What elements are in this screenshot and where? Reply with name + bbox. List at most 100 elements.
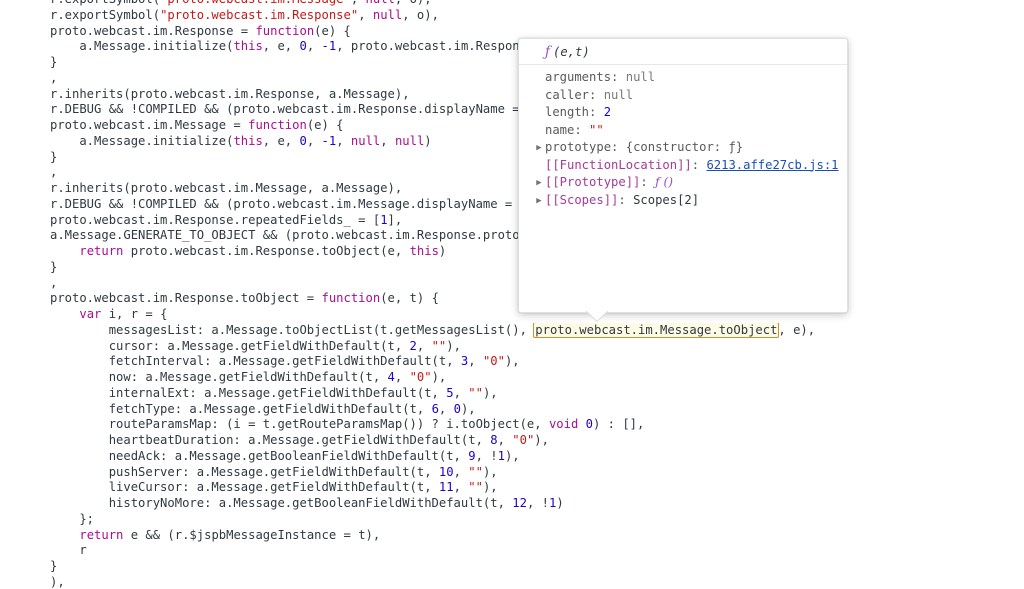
- property-separator: :: [611, 70, 626, 84]
- code-line: internalExt: a.Message.getFieldWithDefau…: [0, 386, 1024, 402]
- code-token: , o),: [402, 7, 439, 22]
- code-line: a.Message.GENERATE_TO_OBJECT && (proto.w…: [0, 228, 1024, 244]
- code-token: ),: [534, 433, 549, 447]
- code-line: r.DEBUG && !COMPILED && (proto.webcast.i…: [0, 197, 1024, 213]
- code-token: ,: [394, 370, 410, 384]
- code-token: ,: [453, 480, 469, 495]
- code-line: fetchInterval: a.Message.getFieldWithDef…: [0, 354, 1024, 370]
- code-token: null: [366, 0, 395, 6]
- property-name: name: [545, 122, 575, 137]
- property-value: null: [603, 87, 634, 102]
- property-separator: :: [589, 87, 604, 102]
- code-line: }: [0, 260, 1024, 276]
- code-token: "proto.webcast.im.Message": [160, 0, 351, 6]
- property-separator: :: [589, 105, 604, 119]
- code-token: "": [468, 480, 483, 495]
- code-line: }: [0, 55, 1024, 71]
- property-value: null: [625, 70, 656, 84]
- code-token: ): [556, 496, 564, 510]
- code-token: fetchType: a.Message.getFieldWithDefault…: [50, 401, 432, 416]
- code-token: heartbeatDuration: a.Message.getFieldWit…: [50, 433, 491, 447]
- property-value: Scopes[2]: [633, 192, 700, 207]
- code-line: r.exportSymbol("proto.webcast.im.Respons…: [0, 8, 1024, 24]
- code-token: ),: [504, 448, 520, 463]
- source-code-viewer[interactable]: r.exportSymbol("proto.webcast.im.Message…: [0, 0, 1024, 589]
- code-line: proto.webcast.im.Response.repeatedFields…: [0, 213, 1024, 229]
- code-token: "": [468, 385, 483, 400]
- code-token: ,: [50, 165, 58, 180]
- popover-property-row[interactable]: [[FunctionLocation]]: 6213.affe27cb.js:1: [519, 157, 847, 175]
- code-token: routeParamsMap: (i = t.getRouteParamsMap…: [50, 417, 549, 432]
- code-token: pushServer: a.Message.getFieldWithDefaul…: [50, 464, 439, 479]
- property-value: ƒ (): [655, 175, 673, 189]
- code-line: messagesList: a.Message.toObjectList(t.g…: [0, 322, 1024, 339]
- code-token: ,: [306, 133, 322, 148]
- popover-property-row[interactable]: ▶ [[Scopes]]: Scopes[2]: [519, 192, 847, 210]
- code-token: r.DEBUG && !COMPILED && (proto.webcast.i…: [50, 102, 527, 117]
- code-token: ),: [482, 480, 498, 495]
- property-name: arguments: [545, 70, 612, 84]
- code-token: proto.webcast.im.Message =: [50, 118, 249, 132]
- code-token: cursor: a.Message.getFieldWithDefault(t,: [50, 338, 410, 353]
- code-token: a.Message.GENERATE_TO_OBJECT && (proto.w…: [50, 228, 527, 243]
- code-line: cursor: a.Message.getFieldWithDefault(t,…: [0, 339, 1024, 355]
- popover-property-row[interactable]: name: "": [519, 122, 847, 140]
- expand-triangle-icon[interactable]: ▶: [533, 140, 545, 158]
- highlighted-expression[interactable]: proto.webcast.im.Message.toObject: [533, 322, 780, 338]
- object-value-popover[interactable]: ƒ (e,t) arguments: null caller: null length…: [518, 38, 848, 313]
- popover-property-row[interactable]: caller: null: [519, 87, 847, 105]
- popover-property-row[interactable]: ▶ prototype: {constructor: ƒ}: [519, 139, 847, 157]
- property-separator: :: [691, 157, 707, 172]
- code-token: ,: [306, 39, 322, 54]
- code-token: ,: [50, 275, 58, 290]
- code-token: "": [468, 464, 483, 479]
- code-token: ,: [453, 385, 469, 400]
- code-token: 0: [299, 133, 307, 148]
- code-token: "0": [482, 354, 505, 369]
- property-name: caller: [545, 87, 590, 102]
- code-token: 11: [438, 480, 454, 495]
- code-line: proto.webcast.im.Response.toObject = fun…: [0, 291, 1024, 307]
- code-token: internalExt: a.Message.getFieldWithDefau…: [50, 385, 447, 400]
- code-token: ],: [387, 212, 403, 227]
- code-line: r.exportSymbol("proto.webcast.im.Message…: [0, 0, 1024, 8]
- code-token: "0": [512, 433, 535, 447]
- code-token: ): [438, 244, 447, 258]
- code-line: var i, r = {: [0, 307, 1024, 323]
- expand-triangle-icon[interactable]: ▶: [533, 193, 545, 211]
- popover-property-list: arguments: null caller: null length: 2 name…: [519, 65, 847, 209]
- code-token: ,: [351, 0, 366, 6]
- property-separator: :: [640, 175, 656, 189]
- code-token: "proto.webcast.im.Response": [160, 7, 359, 22]
- code-token: 0: [453, 401, 461, 416]
- code-token: this: [233, 133, 263, 148]
- code-token: fetchInterval: a.Message.getFieldWithDef…: [50, 354, 461, 369]
- code-token: "0": [409, 370, 432, 384]
- code-token: -1: [321, 133, 337, 148]
- code-token: r.inherits(proto.webcast.im.Message, a.M…: [50, 181, 403, 195]
- code-token: ): [424, 133, 432, 148]
- code-line: r: [0, 543, 1024, 559]
- code-token: 10: [438, 464, 454, 479]
- code-token: ,: [438, 401, 454, 416]
- code-line: fetchType: a.Message.getFieldWithDefault…: [0, 402, 1024, 418]
- code-line: r.DEBUG && !COMPILED && (proto.webcast.i…: [0, 102, 1024, 118]
- code-line: return e && (r.$jspbMessageInstance = t)…: [0, 528, 1024, 544]
- popover-property-row[interactable]: length: 2: [519, 104, 847, 122]
- code-token: , e,: [262, 133, 300, 148]
- code-token: 4: [387, 370, 395, 384]
- code-line: }: [0, 150, 1024, 166]
- code-token: var: [79, 307, 102, 321]
- code-token: 1: [380, 212, 388, 227]
- code-token: r.exportSymbol(: [50, 7, 161, 22]
- popover-property-row[interactable]: ▶ [[Prototype]]: ƒ (): [519, 174, 847, 192]
- popover-function-header: ƒ (e,t): [519, 39, 847, 65]
- code-line: return proto.webcast.im.Response.toObjec…: [0, 244, 1024, 260]
- code-token: proto.webcast.im.Response.toObject(e,: [123, 244, 410, 258]
- expand-triangle-icon[interactable]: ▶: [533, 175, 545, 193]
- code-token: e && (r.$jspbMessageInstance = t),: [123, 527, 381, 542]
- popover-property-row[interactable]: arguments: null: [519, 69, 847, 87]
- property-separator: :: [618, 192, 634, 207]
- property-value-link[interactable]: 6213.affe27cb.js:1: [706, 158, 838, 172]
